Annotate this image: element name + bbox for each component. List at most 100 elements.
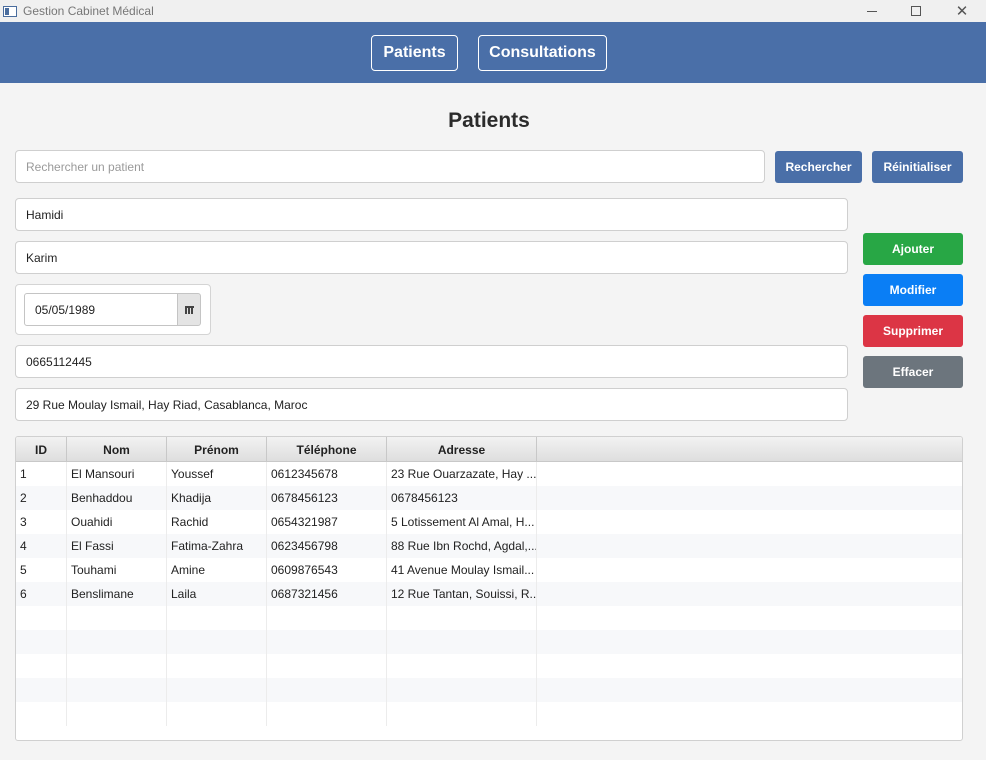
clear-button[interactable]: Effacer <box>863 356 963 388</box>
table-cell <box>167 630 267 654</box>
table-cell: 5 <box>16 558 67 582</box>
table-cell <box>537 630 962 654</box>
table-cell <box>67 606 167 630</box>
table-cell <box>537 462 962 486</box>
table-cell <box>16 630 67 654</box>
column-header-filler <box>537 437 962 462</box>
edit-button[interactable]: Modifier <box>863 274 963 306</box>
table-cell: Benslimane <box>67 582 167 606</box>
telephone-field[interactable]: 0665112445 <box>15 345 848 378</box>
date-picker: 05/05/1989 <box>15 284 211 335</box>
patients-table[interactable]: ID Nom Prénom Téléphone Adresse 1 El Mans… <box>15 436 963 741</box>
calendar-icon <box>184 305 194 314</box>
minimize-icon <box>867 10 877 12</box>
close-button[interactable]: ✕ <box>939 0 985 22</box>
table-cell <box>267 654 387 678</box>
table-row[interactable]: 1 El Mansouri Youssef 0612345678 23 Rue Ouar… <box>16 462 962 486</box>
table-cell <box>167 606 267 630</box>
table-cell <box>537 606 962 630</box>
table-header: ID Nom Prénom Téléphone Adresse <box>16 437 962 462</box>
table-cell: 0609876543 <box>267 558 387 582</box>
nom-field[interactable]: Hamidi <box>15 198 848 231</box>
table-cell: 5 Lotissement Al Amal, H... <box>387 510 537 534</box>
table-cell: 0678456123 <box>267 486 387 510</box>
column-header-nom[interactable]: Nom <box>67 437 167 462</box>
table-cell: 6 <box>16 582 67 606</box>
table-cell <box>167 654 267 678</box>
table-cell <box>167 678 267 702</box>
table-cell: Rachid <box>167 510 267 534</box>
table-cell <box>67 630 167 654</box>
table-cell <box>16 606 67 630</box>
column-header-id[interactable]: ID <box>16 437 67 462</box>
window-title: Gestion Cabinet Médical <box>23 4 154 18</box>
date-naissance-field[interactable]: 05/05/1989 <box>24 293 178 326</box>
table-cell: 1 <box>16 462 67 486</box>
table-cell <box>16 702 67 726</box>
table-cell: Fatima-Zahra <box>167 534 267 558</box>
table-cell <box>267 678 387 702</box>
table-cell <box>167 702 267 726</box>
table-cell <box>387 630 537 654</box>
column-header-prenom[interactable]: Prénom <box>167 437 267 462</box>
table-cell <box>387 702 537 726</box>
table-row-empty <box>16 630 962 654</box>
maximize-icon <box>911 6 921 16</box>
app-window-icon <box>3 5 17 17</box>
prenom-field[interactable]: Karim <box>15 241 848 274</box>
adresse-field[interactable]: 29 Rue Moulay Ismail, Hay Riad, Casablan… <box>15 388 848 421</box>
search-input[interactable]: Rechercher un patient <box>15 150 765 183</box>
table-cell <box>387 678 537 702</box>
table-row-empty <box>16 702 962 726</box>
table-cell: 23 Rue Ouarzazate, Hay ... <box>387 462 537 486</box>
table-cell: 0687321456 <box>267 582 387 606</box>
table-row[interactable]: 4 El Fassi Fatima-Zahra 0623456798 88 Rue Ib… <box>16 534 962 558</box>
table-cell: Laila <box>167 582 267 606</box>
minimize-button[interactable] <box>849 0 895 22</box>
table-cell: 0678456123 <box>387 486 537 510</box>
table-cell <box>387 606 537 630</box>
table-cell <box>537 654 962 678</box>
table-cell: 4 <box>16 534 67 558</box>
date-picker-button[interactable] <box>177 293 201 326</box>
delete-button[interactable]: Supprimer <box>863 315 963 347</box>
table-cell: Amine <box>167 558 267 582</box>
table-row[interactable]: 2 Benhaddou Khadija 0678456123 0678456123 <box>16 486 962 510</box>
maximize-button[interactable] <box>893 0 939 22</box>
table-cell: 0654321987 <box>267 510 387 534</box>
nav-consultations-button[interactable]: Consultations <box>478 35 607 71</box>
table-cell <box>537 534 962 558</box>
table-cell <box>67 678 167 702</box>
reset-button[interactable]: Réinitialiser <box>872 151 963 183</box>
navbar: Patients Consultations <box>0 22 986 83</box>
table-cell <box>16 654 67 678</box>
table-cell <box>67 702 167 726</box>
table-cell <box>67 654 167 678</box>
table-cell: 88 Rue Ibn Rochd, Agdal,... <box>387 534 537 558</box>
table-cell: 0612345678 <box>267 462 387 486</box>
table-cell <box>267 630 387 654</box>
nav-patients-button[interactable]: Patients <box>371 35 458 71</box>
table-cell <box>267 702 387 726</box>
table-row-empty <box>16 678 962 702</box>
table-row[interactable]: 6 Benslimane Laila 0687321456 12 Rue Tantan,… <box>16 582 962 606</box>
close-icon: ✕ <box>955 3 969 20</box>
search-button[interactable]: Rechercher <box>775 151 862 183</box>
table-cell: Ouahidi <box>67 510 167 534</box>
table-cell: 12 Rue Tantan, Souissi, R... <box>387 582 537 606</box>
table-row[interactable]: 3 Ouahidi Rachid 0654321987 5 Lotissement Al… <box>16 510 962 534</box>
table-cell: 3 <box>16 510 67 534</box>
table-cell <box>16 678 67 702</box>
page-title: Patients <box>448 109 530 132</box>
table-cell: Benhaddou <box>67 486 167 510</box>
table-cell: Khadija <box>167 486 267 510</box>
add-button[interactable]: Ajouter <box>863 233 963 265</box>
column-header-telephone[interactable]: Téléphone <box>267 437 387 462</box>
table-row[interactable]: 5 Touhami Amine 0609876543 41 Avenue Moulay … <box>16 558 962 582</box>
table-cell <box>267 606 387 630</box>
column-header-adresse[interactable]: Adresse <box>387 437 537 462</box>
table-cell: El Fassi <box>67 534 167 558</box>
window-titlebar: Gestion Cabinet Médical <box>0 0 986 22</box>
table-cell: Touhami <box>67 558 167 582</box>
table-cell <box>537 510 962 534</box>
